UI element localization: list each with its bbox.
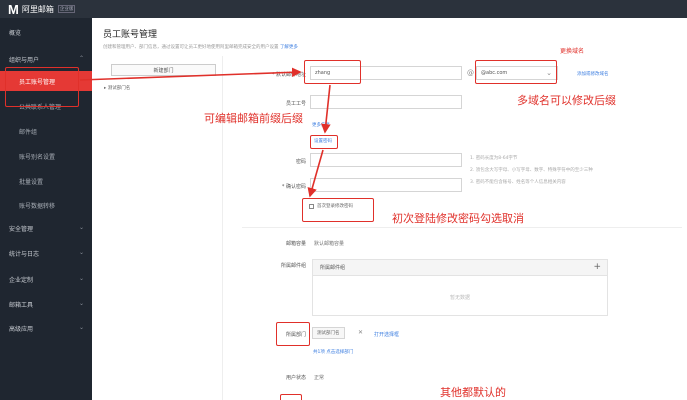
sidebar-item-label: 邮箱工具 [9,301,34,309]
annotation-change-domain: 更换域名 [560,48,585,55]
annotation-others-default: 其他都默认的 [440,386,506,399]
more-info-link[interactable]: 更多信息 [312,122,330,128]
highlight-bottom [280,394,302,400]
close-icon[interactable]: ✕ [358,329,363,336]
main-content: 员工账号管理 创建和管理用户、部门信息，通过设置可让员工更好地使用阿里邮箱完成安… [92,18,687,400]
mail-group-label: 所属邮件组 [280,263,306,269]
sidebar-item-mail-tools[interactable]: 邮箱工具 ⌄ [0,294,92,314]
add-mail-group-icon[interactable]: + [593,262,601,272]
sidebar-item-label: 邮件组 [19,128,38,136]
chevron-down-icon: ⌄ [78,300,84,307]
add-domain-link[interactable]: 添加或修改域名 [577,71,609,77]
learn-more-link[interactable]: 了解更多 [280,45,298,50]
department-tag: 测试部门名 [312,327,345,339]
select-department-link[interactable]: 共1项 点击选择部门 [313,349,353,355]
department-panel: 新建部门 ▸ 测试部门名 [99,56,223,400]
logo-text: 阿里邮箱 [21,4,54,14]
department-tree-node[interactable]: ▸ 测试部门名 [104,85,130,91]
logo-icon: M [8,1,19,17]
highlight-employee-accounts [5,67,79,107]
sidebar-item-stats-logs[interactable]: 统计与日志 ⌄ [0,243,92,263]
confirm-password-input[interactable] [310,178,462,192]
password-input[interactable] [310,153,462,167]
user-status-value: 正常 [314,375,325,381]
highlight-first-login [302,198,374,222]
chevron-down-icon: ⌄ [78,275,84,282]
mailbox-size-value: 默认邮箱容量 [314,241,345,247]
sidebar-item-label: 批量设置 [19,178,44,186]
chevron-up-icon: ⌃ [78,55,84,62]
chevron-down-icon: ⌄ [78,249,84,256]
password-hint-3: 3. 密码不能包含账号、姓名等个人信息相关内容 [470,180,566,185]
top-bar: M 阿里邮箱 企业版 [0,0,687,18]
mail-group-column-header: 所属邮件组 [320,265,346,271]
open-selector-link[interactable]: 打开选择框 [374,331,399,338]
sidebar-item-label: 高级应用 [9,325,34,333]
sidebar-item-label: 企业定制 [9,276,34,284]
sidebar-item-customization[interactable]: 企业定制 ⌄ [0,269,92,289]
page-description: 创建和管理用户、部门信息，通过设置可让员工更好地使用阿里邮箱完成安全的用户设置 … [103,44,298,50]
password-hint-2: 2. 须包含大写字母、小写字母、数字、特殊字符中的至少三种 [470,168,593,173]
sidebar-item-security[interactable]: 安全管理 ⌄ [0,218,92,238]
chevron-down-icon: ⌄ [78,324,84,331]
at-sign-icon: @ [467,69,474,77]
new-department-button[interactable]: 新建部门 [111,64,216,76]
employee-number-label: 员工工号 [285,101,306,107]
highlight-email-prefix [304,60,361,84]
mailbox-size-label: 邮箱容量 [285,241,306,247]
page-description-text: 创建和管理用户、部门信息，通过设置可让员工更好地使用阿里邮箱完成安全的用户设置 [103,45,279,50]
sidebar-item-overview[interactable]: 概览 [0,22,92,42]
annotation-first-login: 初次登陆修改密码勾选取消 [392,212,524,225]
edition-badge: 企业版 [57,5,76,13]
highlight-department [276,322,310,346]
password-hint-1: 1. 密码长度为8-64字节 [470,156,518,161]
sidebar-item-data-transfer[interactable]: 账号数据转移 [0,195,92,215]
section-divider [242,227,682,228]
email-label: * 默认邮件地址 [271,72,306,78]
sidebar-item-label: 账号别名设置 [19,153,56,161]
sidebar-item-label: 概览 [9,29,22,37]
sidebar-item-label: 统计与日志 [9,250,40,258]
empty-state-text: 暂无数据 [449,295,470,301]
mail-group-table: 所属邮件组 + 暂无数据 [312,259,608,316]
sidebar-item-label: 组织与用户 [9,56,40,64]
highlight-set-password [310,135,338,149]
user-status-label: 用户状态 [285,375,306,381]
annotation-prefix-editable: 可编辑邮箱前缀后缀 [204,112,303,125]
sidebar-item-label: 安全管理 [9,225,34,233]
annotation-domain-editable: 多域名可以修改后缀 [517,94,616,107]
chevron-down-icon: ⌄ [78,224,84,231]
sidebar-item-label: 账号数据转移 [19,202,56,210]
sidebar-item-mail-groups[interactable]: 邮件组 [0,121,92,141]
highlight-domain-select [475,60,557,84]
sidebar-item-advanced[interactable]: 高级应用 ⌄ [0,318,92,338]
employee-number-input[interactable] [310,95,462,109]
sidebar-item-alias-settings[interactable]: 账号别名设置 [0,146,92,166]
mail-group-table-header: 所属邮件组 [313,260,607,276]
confirm-password-label: * 确认密码 [281,184,306,190]
password-label: 密码 [295,159,306,165]
sidebar-item-batch-settings[interactable]: 批量设置 [0,171,92,191]
page-title: 员工账号管理 [103,30,158,40]
sidebar-item-org-users[interactable]: 组织与用户 ⌃ [0,49,92,69]
department-tag-label: 测试部门名 [317,331,340,336]
